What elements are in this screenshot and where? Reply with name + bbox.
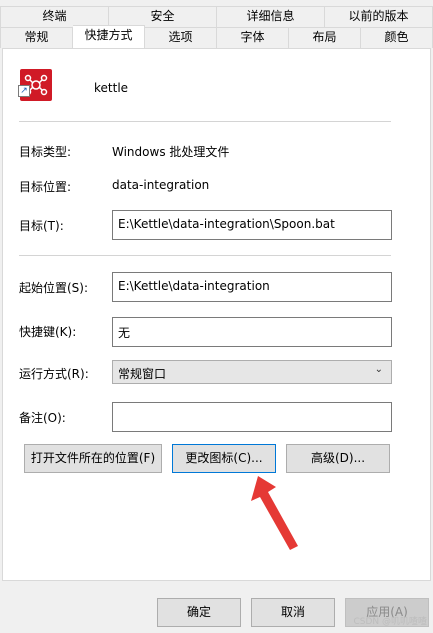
tab-options[interactable]: 选项 [145,27,217,48]
start-in-input[interactable]: E:\Kettle\data-integration [112,272,392,302]
ok-button[interactable]: 确定 [157,598,241,627]
cancel-button[interactable]: 取消 [251,598,335,627]
shortcut-key-input[interactable]: 无 [112,317,392,347]
target-label: 目标(T): [19,219,64,233]
target-type-value: Windows 批处理文件 [112,145,230,159]
tab-terminal[interactable]: 终端 [0,6,109,27]
open-file-location-button[interactable]: 打开文件所在的位置(F) [24,444,162,473]
tab-colors[interactable]: 颜色 [361,27,433,48]
run-mode-select[interactable]: 常规窗口 ⌄ [112,360,392,384]
divider [19,255,391,256]
target-type-label: 目标类型: [19,145,72,159]
shortcut-panel [2,48,431,581]
shortcut-name: kettle [94,81,129,95]
tab-details[interactable]: 详细信息 [217,6,325,27]
change-icon-button[interactable]: 更改图标(C)... [172,444,276,473]
tab-security[interactable]: 安全 [109,6,217,27]
run-mode-value: 常规窗口 [118,367,167,381]
tab-general[interactable]: 常规 [0,27,73,48]
tab-font[interactable]: 字体 [217,27,289,48]
advanced-button[interactable]: 高级(D)... [286,444,390,473]
tab-shortcut[interactable]: 快捷方式 [73,25,145,48]
target-input[interactable]: E:\Kettle\data-integration\Spoon.bat [112,210,392,240]
tab-row-bottom: 常规 快捷方式 选项 字体 布局 颜色 [0,25,433,48]
start-in-label: 起始位置(S): [19,281,89,295]
comment-label: 备注(O): [19,411,66,425]
divider [19,121,391,122]
shortcut-arrow-icon: ↗ [18,85,30,97]
comment-input[interactable] [112,402,392,432]
watermark: CSDN @叽叽喳喳 [353,617,427,627]
target-location-value: data-integration [112,178,210,192]
tab-row-top: 终端 安全 详细信息 以前的版本 [0,6,433,27]
run-label: 运行方式(R): [19,367,89,381]
annotation-arrow-icon [251,476,298,550]
chevron-down-icon: ⌄ [374,364,383,375]
tab-layout[interactable]: 布局 [289,27,361,48]
shortcut-key-label: 快捷键(K): [19,325,77,339]
target-location-label: 目标位置: [19,180,72,194]
tab-previous-versions[interactable]: 以前的版本 [325,6,433,27]
